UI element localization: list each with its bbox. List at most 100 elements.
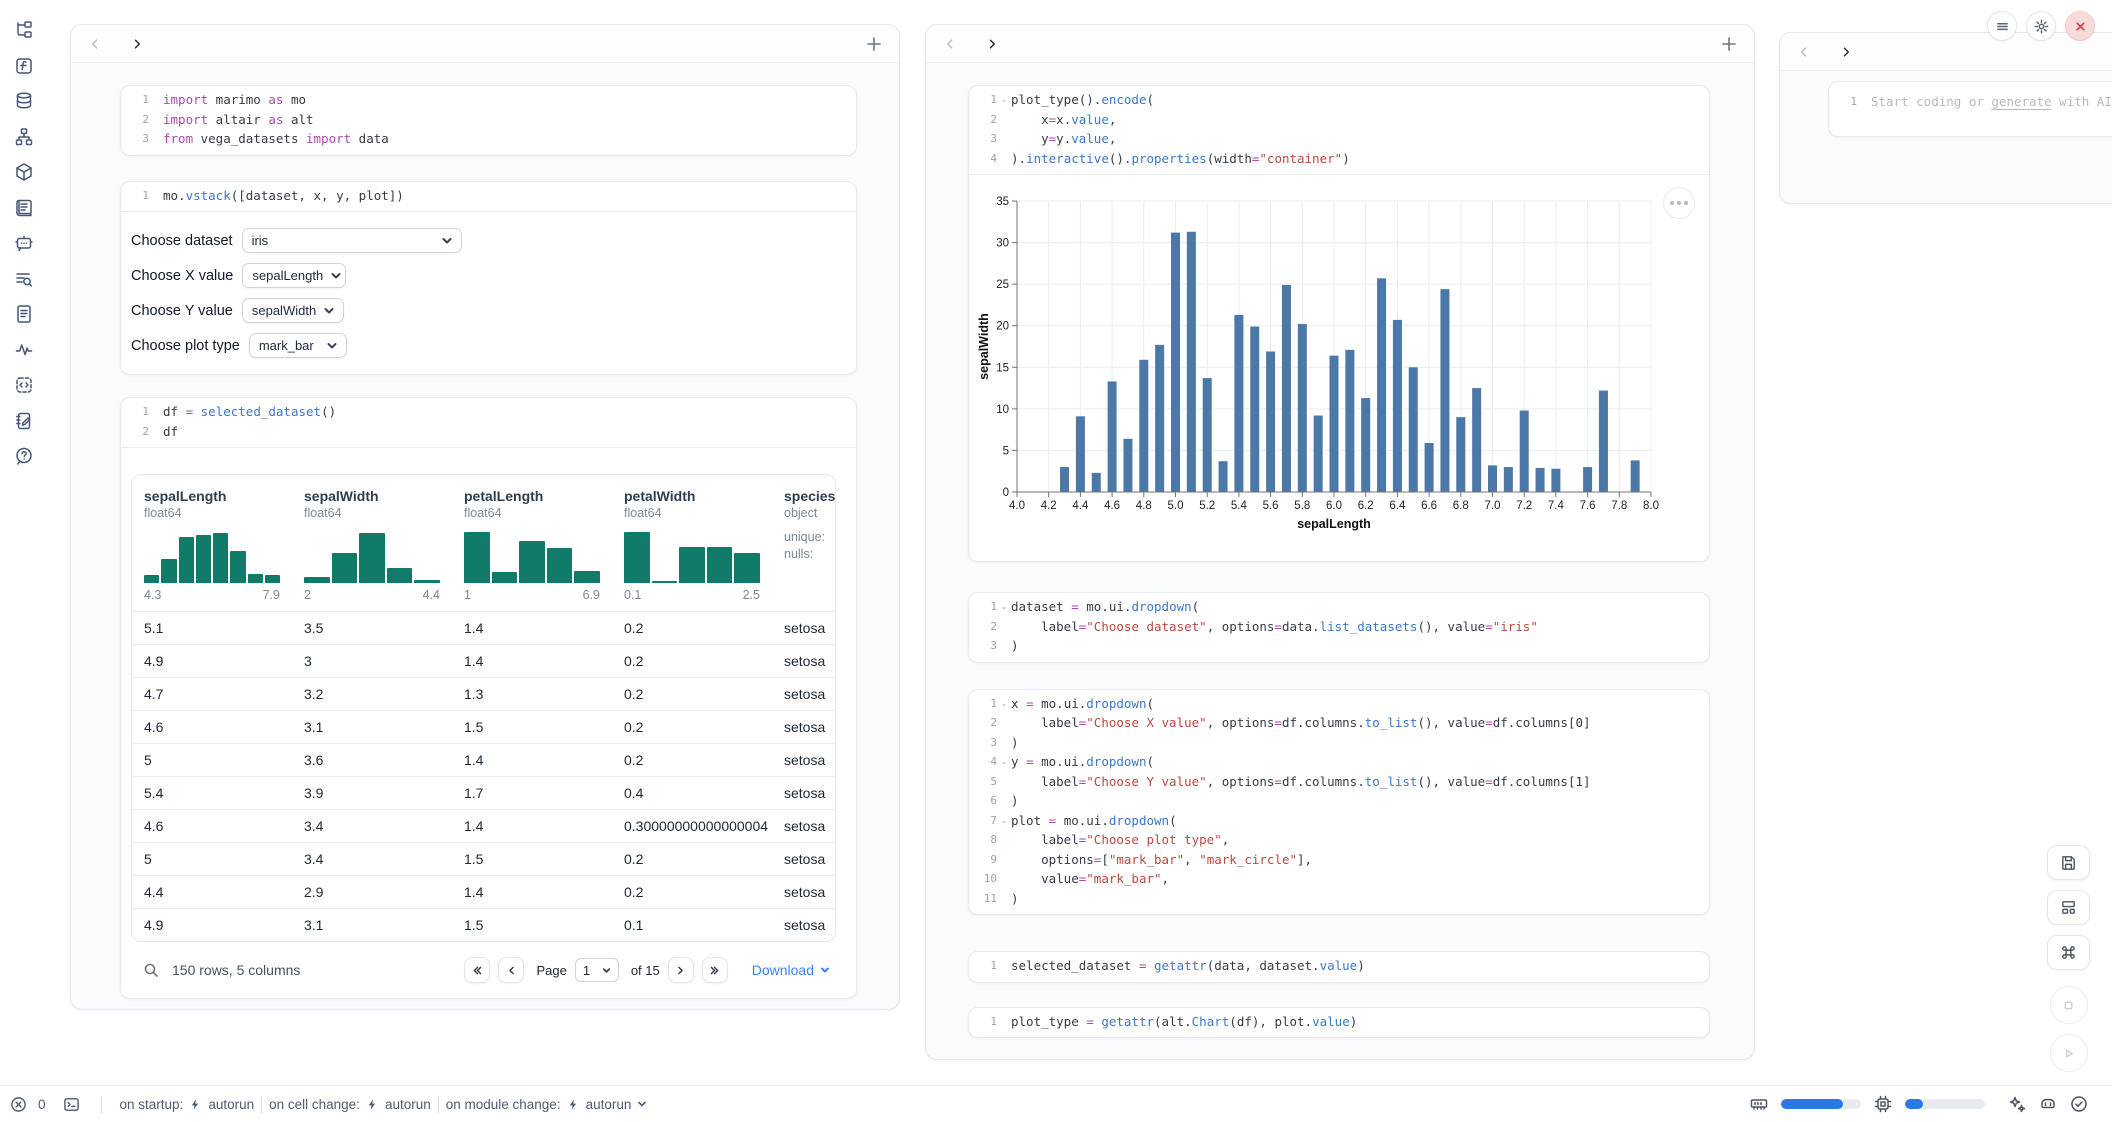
table-column-header[interactable]: petalWidthfloat640.12.5	[612, 488, 772, 602]
code-line[interactable]: 3 y=y.value,	[969, 129, 1709, 149]
code-line[interactable]: 4).interactive().properties(width="conta…	[969, 149, 1709, 169]
code-placeholder[interactable]: Start coding or generate with AI	[1871, 92, 2112, 112]
table-column-header[interactable]: sepalWidthfloat6424.4	[292, 488, 452, 602]
table-row[interactable]: 53.41.50.2setosa	[132, 842, 835, 875]
table-row[interactable]: 4.63.11.50.2setosa	[132, 710, 835, 743]
first-page-button[interactable]	[464, 957, 490, 983]
table-row[interactable]: 4.63.41.40.30000000000000004setosa	[132, 809, 835, 842]
copilot-icon[interactable]	[2039, 1095, 2057, 1113]
column-prev-icon[interactable]	[87, 36, 103, 52]
page-select[interactable]: 1	[575, 958, 619, 982]
code-line[interactable]: 1df = selected_dataset()	[121, 402, 856, 422]
code-line[interactable]: 2 label="Choose X value", options=df.col…	[969, 713, 1709, 733]
code-line[interactable]: 1⌄dataset = mo.ui.dropdown(	[969, 597, 1709, 617]
cell-vstack[interactable]: 1mo.vstack([dataset, x, y, plot]) Choose…	[120, 181, 857, 376]
code-line[interactable]: 1plot_type = getattr(alt.Chart(df), plot…	[969, 1012, 1709, 1032]
column-next-icon[interactable]	[984, 36, 1000, 52]
table-row[interactable]: 4.42.91.40.2setosa	[132, 875, 835, 908]
code-line[interactable]: 3)	[969, 733, 1709, 753]
column-next-icon[interactable]	[1838, 44, 1854, 60]
logs-icon[interactable]	[13, 268, 35, 290]
add-cell-icon[interactable]	[865, 35, 883, 53]
cell-chart[interactable]: 1⌄plot_type().encode(2 x=x.value,3 y=y.v…	[968, 85, 1710, 562]
on-module-change-toggle[interactable]: on module change:autorun	[446, 1097, 648, 1112]
code-line[interactable]: 6)	[969, 791, 1709, 811]
cell-dataframe[interactable]: 1df = selected_dataset()2df sepalLengthf…	[120, 397, 857, 999]
code-line[interactable]: 2 x=x.value,	[969, 110, 1709, 130]
table-row[interactable]: 4.93.11.50.1setosa	[132, 908, 835, 941]
packages-icon[interactable]	[13, 161, 35, 183]
code-line[interactable]: 3)	[969, 636, 1709, 656]
search-icon[interactable]	[143, 962, 159, 978]
choose-dataset-select[interactable]: iris	[242, 228, 462, 253]
choose-plot-type-select[interactable]: mark_bar	[249, 333, 347, 358]
fold-chevron-icon[interactable]: ⌄	[997, 752, 1011, 772]
prev-page-button[interactable]	[498, 957, 524, 983]
cell-plot-type[interactable]: 1plot_type = getattr(alt.Chart(df), plot…	[968, 1007, 1710, 1039]
save-button[interactable]	[2047, 845, 2090, 880]
table-row[interactable]: 53.61.40.2setosa	[132, 743, 835, 776]
code-line[interactable]: 1selected_dataset = getattr(data, datase…	[969, 956, 1709, 976]
choose-x-value-select[interactable]: sepalLength	[242, 263, 346, 288]
dependencies-icon[interactable]	[13, 126, 35, 148]
cell-imports[interactable]: 1import marimo as mo2import altair as al…	[120, 85, 857, 156]
variables-icon[interactable]	[13, 55, 35, 77]
code-line[interactable]: 1import marimo as mo	[121, 90, 856, 110]
ai-sparkles-icon[interactable]	[2008, 1095, 2026, 1113]
add-cell-icon[interactable]	[1720, 35, 1738, 53]
chart-actions-button[interactable]	[1663, 187, 1695, 219]
cell-dataset-dropdown[interactable]: 1⌄dataset = mo.ui.dropdown(2 label="Choo…	[968, 592, 1710, 663]
chart-output[interactable]: 4.04.24.44.64.85.05.25.45.65.86.06.26.46…	[969, 175, 1709, 561]
close-button[interactable]	[2065, 11, 2095, 41]
tracing-icon[interactable]	[13, 339, 35, 361]
run-button[interactable]	[2050, 1034, 2088, 1072]
code-line[interactable]: 11)	[969, 889, 1709, 909]
help-icon[interactable]	[13, 445, 35, 467]
table-row[interactable]: 5.13.51.40.2setosa	[132, 611, 835, 644]
chat-icon[interactable]	[13, 232, 35, 254]
code-line[interactable]: 2import altair as alt	[121, 110, 856, 130]
fold-chevron-icon[interactable]: ⌄	[997, 811, 1011, 831]
terminal-icon[interactable]	[63, 1096, 80, 1113]
column-next-icon[interactable]	[129, 36, 145, 52]
code-line[interactable]: 1mo.vstack([dataset, x, y, plot])	[121, 186, 856, 206]
documentation-icon[interactable]	[13, 303, 35, 325]
file-explorer-icon[interactable]	[13, 19, 35, 41]
snippets-icon[interactable]	[13, 374, 35, 396]
scratchpad-icon[interactable]	[13, 410, 35, 432]
errors-icon[interactable]	[10, 1096, 27, 1113]
sepal-bar-chart[interactable]: 4.04.24.44.64.85.05.25.45.65.86.06.26.46…	[975, 177, 1697, 551]
settings-gear-button[interactable]	[2026, 11, 2056, 41]
datasources-icon[interactable]	[13, 90, 35, 112]
column-prev-icon[interactable]	[1796, 44, 1812, 60]
code-line[interactable]: 1⌄plot_type().encode(	[969, 90, 1709, 110]
cell-xy-plot-dropdowns[interactable]: 1⌄x = mo.ui.dropdown(2 label="Choose X v…	[968, 689, 1710, 916]
code-line[interactable]: 2 label="Choose dataset", options=data.l…	[969, 617, 1709, 637]
code-line[interactable]: 1⌄x = mo.ui.dropdown(	[969, 694, 1709, 714]
fold-chevron-icon[interactable]: ⌄	[997, 694, 1011, 714]
on-startup-toggle[interactable]: on startup:autorun	[120, 1097, 255, 1112]
code-line[interactable]: 2df	[121, 422, 856, 442]
connection-status-icon[interactable]	[2070, 1095, 2088, 1113]
code-line[interactable]: 9 options=["mark_bar", "mark_circle"],	[969, 850, 1709, 870]
fold-chevron-icon[interactable]: ⌄	[997, 90, 1011, 110]
empty-code-cell[interactable]: 1 Start coding or generate with AI	[1828, 81, 2112, 137]
stop-button[interactable]	[2050, 986, 2088, 1024]
layout-toggle-button[interactable]	[2047, 890, 2090, 925]
keyboard-shortcuts-button[interactable]	[2047, 935, 2090, 970]
outline-icon[interactable]	[13, 197, 35, 219]
table-column-header[interactable]: speciesobjectunique:nulls:	[772, 488, 836, 602]
on-cell-change-toggle[interactable]: on cell change:autorun	[269, 1097, 431, 1112]
choose-y-value-select[interactable]: sepalWidth	[242, 298, 344, 323]
table-row[interactable]: 5.43.91.70.4setosa	[132, 776, 835, 809]
column-prev-icon[interactable]	[942, 36, 958, 52]
download-button[interactable]: Download	[752, 962, 830, 978]
code-line[interactable]: 7⌄plot = mo.ui.dropdown(	[969, 811, 1709, 831]
table-column-header[interactable]: sepalLengthfloat644.37.9	[132, 488, 292, 602]
generate-link[interactable]: generate	[1991, 94, 2051, 109]
code-line[interactable]: 3from vega_datasets import data	[121, 129, 856, 149]
code-line[interactable]: 4⌄y = mo.ui.dropdown(	[969, 752, 1709, 772]
menu-button[interactable]	[1987, 11, 2017, 41]
table-row[interactable]: 4.931.40.2setosa	[132, 644, 835, 677]
next-page-button[interactable]	[668, 957, 694, 983]
